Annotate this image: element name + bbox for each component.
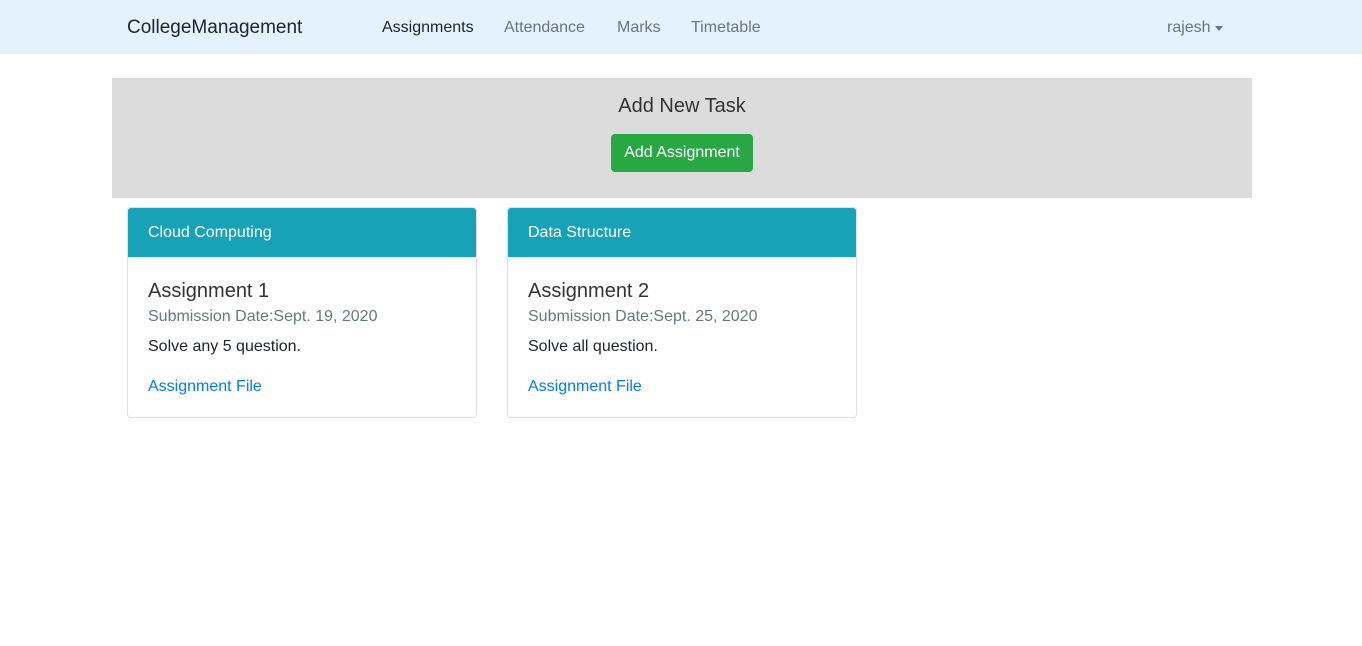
card-header-subject: Cloud Computing — [128, 208, 476, 257]
submission-date: Submission Date:Sept. 25, 2020 — [528, 308, 758, 325]
nav-link-marks[interactable]: Marks — [617, 18, 661, 38]
navbar: CollegeManagement Assignments Attendance… — [0, 0, 1362, 54]
caret-down-icon — [1214, 26, 1223, 31]
brand-link[interactable]: CollegeManagement — [127, 16, 302, 40]
submission-date: Submission Date:Sept. 19, 2020 — [148, 308, 378, 325]
user-name: rajesh — [1167, 19, 1211, 36]
assignment-title: Assignment 1 — [148, 280, 270, 302]
add-assignment-button[interactable]: Add Assignment — [611, 134, 753, 172]
nav-link-assignments[interactable]: Assignments — [382, 18, 474, 38]
user-dropdown[interactable]: rajesh — [1167, 18, 1223, 38]
assignment-file-link[interactable]: Assignment File — [528, 377, 642, 397]
add-task-panel: Add New Task Add Assignment — [112, 78, 1252, 198]
assignment-card: Cloud Computing Assignment 1 Submission … — [127, 207, 477, 418]
nav-link-attendance[interactable]: Attendance — [504, 18, 585, 38]
panel-title: Add New Task — [618, 95, 746, 117]
nav-link-timetable[interactable]: Timetable — [691, 18, 761, 38]
assignment-file-link[interactable]: Assignment File — [148, 377, 262, 397]
assignment-card: Data Structure Assignment 2 Submission D… — [507, 207, 857, 418]
card-header-subject: Data Structure — [508, 208, 856, 257]
assignment-description: Solve all question. — [528, 338, 658, 355]
assignment-title: Assignment 2 — [528, 280, 650, 302]
assignment-description: Solve any 5 question. — [148, 338, 301, 355]
